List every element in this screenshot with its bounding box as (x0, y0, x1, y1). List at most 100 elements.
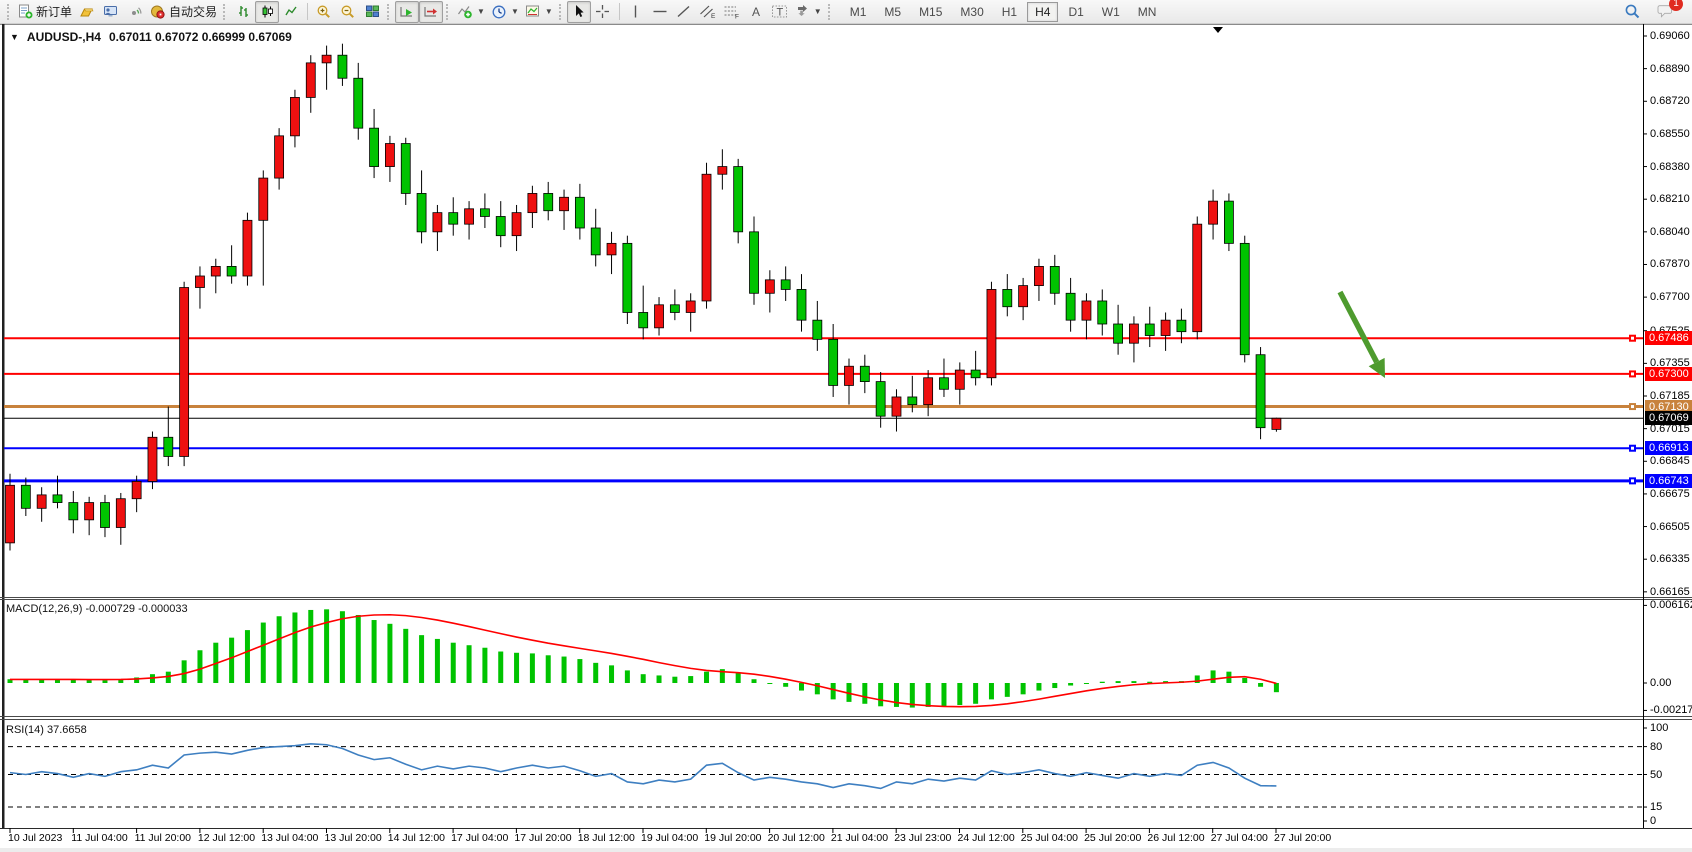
equidistant-channel-icon: E (699, 4, 716, 19)
timeframe-button-m1[interactable]: M1 (842, 2, 875, 22)
cursor-button[interactable] (567, 1, 591, 23)
tile-windows-button[interactable] (360, 1, 384, 23)
rsi-axis-label: 80 (1650, 741, 1662, 753)
autotrading-label: 自动交易 (169, 3, 217, 20)
toolbar-grip[interactable] (223, 4, 228, 20)
crosshair-button[interactable] (591, 1, 615, 23)
market-watch-button[interactable] (75, 1, 99, 23)
timeframe-button-mn[interactable]: MN (1130, 2, 1165, 22)
macd-histogram-bar (1131, 681, 1136, 683)
macd-histogram-bar (229, 638, 234, 683)
text-button[interactable]: A (744, 1, 768, 23)
candle-body (100, 503, 109, 528)
text-label-button[interactable]: T (768, 1, 792, 23)
time-axis-label: 20 Jul 12:00 (768, 832, 825, 844)
trendline-button[interactable] (672, 1, 696, 23)
text-icon: A (749, 4, 763, 19)
timeframe-button-h1[interactable]: H1 (994, 2, 1025, 22)
macd-axis-label: -0.002178 (1650, 704, 1692, 716)
chart-window: ▼ AUDUSD-,H4 0.67011 0.67072 0.66999 0.6… (0, 24, 1692, 848)
candlestick-chart-button[interactable] (255, 1, 279, 23)
toolbar-separator (619, 3, 620, 20)
macd-histogram-bar (102, 680, 107, 683)
collapse-triangle-icon[interactable]: ▼ (10, 32, 19, 42)
timeframe-button-m15[interactable]: M15 (911, 2, 950, 22)
arrows-button[interactable]: ▼ (792, 1, 825, 23)
template-icon (525, 4, 541, 19)
timeframe-button-w1[interactable]: W1 (1094, 2, 1128, 22)
bar-chart-button[interactable] (231, 1, 255, 23)
macd-histogram-bar (1021, 683, 1026, 694)
macd-histogram-bar (704, 672, 709, 683)
level-price-label: 0.67486 (1645, 331, 1692, 345)
candle-body (1098, 301, 1107, 324)
candle-body (1114, 324, 1123, 343)
crosshair-icon (595, 4, 610, 19)
toolbar-grip[interactable] (7, 4, 12, 20)
zoom-out-button[interactable] (336, 1, 360, 23)
price-axis-label: 0.66165 (1650, 586, 1690, 598)
candle-body (639, 312, 648, 327)
candle-body (116, 499, 125, 528)
candle-body (607, 243, 616, 255)
chart-shift-button[interactable] (419, 1, 443, 23)
macd-histogram-bar (799, 683, 804, 691)
toolbar-grip[interactable] (559, 4, 564, 20)
toolbar-grip[interactable] (446, 4, 451, 20)
toolbar-grip[interactable] (828, 4, 833, 20)
candle-body (829, 339, 838, 385)
candle-body (69, 503, 78, 520)
macd-histogram-bar (387, 624, 392, 683)
macd-histogram-bar (878, 683, 883, 706)
indicators-button[interactable]: ▼ (454, 1, 488, 23)
macd-histogram-bar (831, 683, 836, 699)
periods-button[interactable]: ▼ (488, 1, 522, 23)
line-chart-button[interactable] (279, 1, 303, 23)
macd-histogram-bar (641, 674, 646, 683)
candle-body (765, 280, 774, 293)
candle-body (1193, 224, 1202, 332)
candle-body (480, 209, 489, 217)
chart-canvas[interactable] (0, 24, 1692, 848)
timeframe-button-h4[interactable]: H4 (1027, 2, 1058, 22)
price-axis-label: 0.67700 (1650, 291, 1690, 303)
candle-body (655, 305, 664, 328)
macd-histogram-bar (467, 645, 472, 683)
data-window-button[interactable] (99, 1, 123, 23)
rsi-axis-label: 100 (1650, 722, 1668, 734)
candle-body (1066, 293, 1075, 320)
zoom-out-icon (340, 4, 356, 20)
notifications-button[interactable]: 1 (1654, 1, 1678, 23)
timeframe-button-d1[interactable]: D1 (1060, 2, 1091, 22)
timeframe-button-m5[interactable]: M5 (876, 2, 909, 22)
new-order-button[interactable]: 新订单 (15, 1, 75, 23)
candle-body (132, 481, 141, 498)
candle-body (1256, 355, 1265, 428)
fibonacci-button[interactable]: F (720, 1, 744, 23)
toolbar-grip[interactable] (387, 4, 392, 20)
level-price-label: 0.66913 (1645, 441, 1692, 455)
notification-badge: 1 (1669, 0, 1683, 11)
autotrading-button[interactable]: 自动交易 (147, 1, 220, 23)
level-line-handle-center (1631, 372, 1634, 375)
candle-body (813, 320, 822, 339)
current-price-label: 0.67069 (1645, 411, 1692, 425)
templates-button[interactable]: ▼ (522, 1, 556, 23)
svg-text:A: A (752, 5, 760, 19)
vertical-line-button[interactable] (624, 1, 648, 23)
zoom-in-button[interactable] (312, 1, 336, 23)
macd-histogram-bar (261, 623, 266, 683)
candle-body (734, 167, 743, 232)
timeframe-button-m30[interactable]: M30 (952, 2, 991, 22)
search-button[interactable] (1620, 1, 1644, 23)
horizontal-line-button[interactable] (648, 1, 672, 23)
equidistant-channel-button[interactable]: E (696, 1, 720, 23)
auto-scroll-button[interactable] (395, 1, 419, 23)
horizontal-line-icon (652, 4, 668, 19)
candle-body (306, 63, 315, 98)
signals-button[interactable] (123, 1, 147, 23)
new-order-label: 新订单 (36, 3, 72, 20)
time-axis-label: 11 Jul 20:00 (135, 832, 191, 844)
candle-body (1050, 266, 1059, 293)
candle-body (211, 266, 220, 276)
